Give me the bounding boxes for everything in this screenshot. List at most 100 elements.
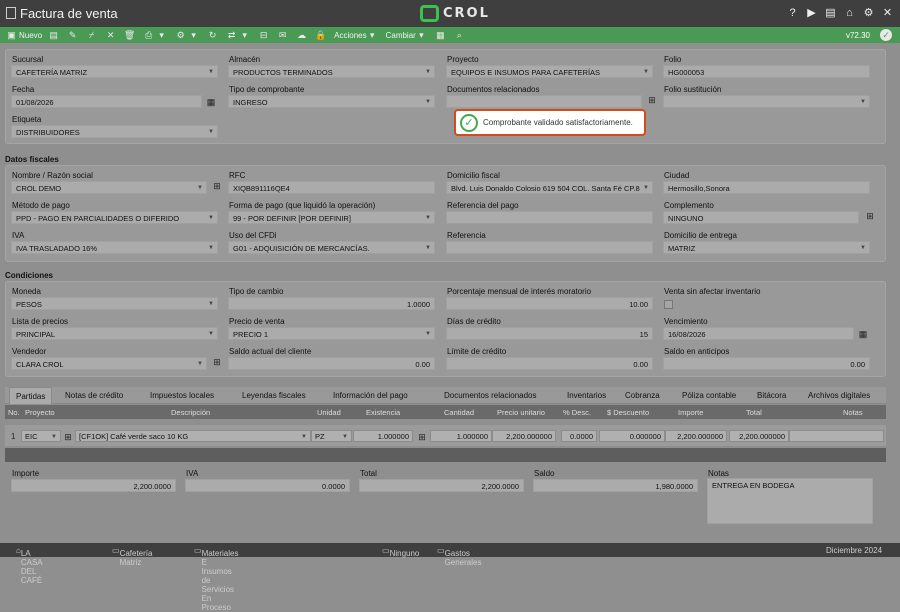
complemento-field[interactable]: NINGUNO <box>663 211 859 224</box>
tipo-cambio-label: Tipo de cambio <box>229 287 284 296</box>
delete-button[interactable]: 🗑 <box>124 30 137 40</box>
venta-sin-afectar-checkbox[interactable] <box>664 300 673 309</box>
home-icon[interactable]: ⌂ <box>843 6 856 19</box>
proyecto-select[interactable]: EQUIPOS E INSUMOS PARA CAFETERÍAS ▼ <box>446 65 653 78</box>
fecha-field[interactable]: 01/08/2026 <box>11 95 202 108</box>
folio-field[interactable]: HG000053 <box>663 65 870 78</box>
saldo-cliente-field[interactable]: 0.00 <box>228 357 435 370</box>
moneda-select[interactable]: PESOS ▼ <box>11 297 218 310</box>
video-icon[interactable]: ▶ <box>805 6 818 19</box>
tab-documentos-relacionados[interactable]: Documentos relacionados <box>444 391 537 400</box>
lock-button[interactable]: 🔒 <box>315 30 328 40</box>
vendedor-select[interactable]: CLARA CROL ▼ <box>11 357 207 370</box>
tab-cobranza[interactable]: Cobranza <box>625 391 660 400</box>
nombre-select[interactable]: CROL DEMO ▼ <box>11 181 207 194</box>
iva-total-label: IVA <box>186 469 199 478</box>
sucursal-select[interactable]: CAFETERÍA MATRIZ ▼ <box>11 65 218 78</box>
tab-informacion-pago[interactable]: Información del pago <box>333 391 408 400</box>
row-unidad-select[interactable]: PZ ▼ <box>311 430 352 442</box>
vencimiento-field[interactable]: 16/08/2026 <box>663 327 854 340</box>
lookup-icon[interactable]: ⊞ <box>646 94 658 106</box>
tab-impuestos-locales[interactable]: Impuestos locales <box>150 391 214 400</box>
uso-cfdi-select[interactable]: G01 - ADQUISICIÓN DE MERCANCÍAS. ▼ <box>228 241 435 254</box>
limite-credito-label: Límite de crédito <box>447 347 507 356</box>
almacen-select[interactable]: PRODUCTOS TERMINADOS ▼ <box>228 65 435 78</box>
tab-inventarios[interactable]: Inventarios <box>567 391 606 400</box>
domicilio-select[interactable]: Blvd. Luis Donaldo Colosio 619 504 COL. … <box>446 181 653 194</box>
print-button[interactable]: ⎙ ▾ <box>143 30 169 40</box>
tab-leyendas-fiscales[interactable]: Leyendas fiscales <box>242 391 306 400</box>
book-icon[interactable]: ▤ <box>824 6 837 19</box>
lookup-icon[interactable]: ⊞ <box>416 431 428 443</box>
referencia-field[interactable] <box>446 241 653 254</box>
calendar-icon[interactable]: ▦ <box>857 328 869 340</box>
close-icon[interactable]: ✕ <box>881 6 894 19</box>
cancel-button[interactable]: ✕ <box>105 30 118 40</box>
lookup-icon[interactable]: ⊞ <box>62 431 74 443</box>
precio-venta-select[interactable]: PRECIO 1 ▼ <box>228 327 435 340</box>
lookup-icon[interactable]: ⊞ <box>864 210 876 222</box>
tipo-comprobante-select[interactable]: INGRESO ▼ <box>228 95 435 108</box>
row-descripcion-select[interactable]: [CF1OK] Café verde saco 10 KG ▼ <box>75 430 311 442</box>
mail-button[interactable]: ✉ <box>277 30 290 40</box>
tab-partidas[interactable]: Partidas <box>9 387 53 404</box>
chevron-down-icon: ▼ <box>208 215 214 221</box>
lista-select[interactable]: PRINCIPAL ▼ <box>11 327 218 340</box>
row-cantidad[interactable]: 1.000000 <box>430 430 492 442</box>
clean-button[interactable]: ⌿ <box>86 30 99 40</box>
row-porcentaje-descuento[interactable]: 0.0000 <box>561 430 597 442</box>
anticipos-field[interactable]: 0.00 <box>663 357 870 370</box>
cambiar-menu[interactable]: Cambiar ▾ <box>386 30 429 40</box>
acciones-menu[interactable]: Acciones ▾ <box>334 30 379 40</box>
documentos-field[interactable] <box>446 95 642 108</box>
rfc-field[interactable]: XIQB891116QE4 <box>228 181 435 194</box>
lookup-icon[interactable]: ⊞ <box>211 180 223 192</box>
stamp-button[interactable]: ⊟ <box>258 30 271 40</box>
moneda-label: Moneda <box>12 287 41 296</box>
domicilio-label: Domicilio fiscal <box>447 171 500 180</box>
domicilio-entrega-select[interactable]: MATRIZ ▼ <box>663 241 870 254</box>
lookup-icon[interactable]: ⊞ <box>211 356 223 368</box>
refresh-button[interactable]: ↻ <box>207 30 220 40</box>
dias-credito-field[interactable]: 15 <box>446 327 653 340</box>
row-descuento[interactable]: 0.000000 <box>599 430 665 442</box>
tipo-cambio-field[interactable]: 1.0000 <box>228 297 435 310</box>
options-button[interactable]: ⚙ ▾ <box>175 30 201 40</box>
ciudad-field[interactable]: Hermosillo,Sonora <box>663 181 870 194</box>
tab-poliza-contable[interactable]: Póliza contable <box>682 391 736 400</box>
save-button[interactable]: ▤ <box>48 30 61 40</box>
tab-archivos-digitales[interactable]: Archivos digitales <box>808 391 870 400</box>
chevron-down-icon: ▼ <box>197 185 203 191</box>
row-precio-unitario[interactable]: 2,200.000000 <box>492 430 556 442</box>
metodo-label: Método de pago <box>12 201 70 210</box>
proyecto-status: ▭ Materiales E Insumos de Servicios En P… <box>194 546 239 612</box>
refresh-icon: ↻ <box>208 29 217 40</box>
chevron-down-icon: ▼ <box>301 434 307 440</box>
grid-button[interactable]: ▦ <box>435 30 448 40</box>
metodo-select[interactable]: PPD - PAGO EN PARCIALIDADES O DIFERIDO ▼ <box>11 211 218 224</box>
chevron-down-icon: ▼ <box>425 99 431 105</box>
help-icon[interactable]: ? <box>786 6 799 19</box>
cloud-button[interactable]: ☁ <box>296 30 309 40</box>
table-row[interactable]: 1 EIC ▼ ⊞ [CF1OK] Café verde saco 10 KG ▼ … <box>5 425 886 446</box>
calendar-icon[interactable]: ▦ <box>205 96 217 108</box>
notas-textarea[interactable]: ENTREGA EN BODEGA <box>707 478 873 524</box>
edit-button[interactable]: ✎ <box>67 30 80 40</box>
ref-pago-field[interactable] <box>446 211 653 224</box>
new-button[interactable]: ▣ Nuevo <box>6 30 42 40</box>
tab-bitacora[interactable]: Bitácora <box>757 391 786 400</box>
row-proyecto-select[interactable]: EIC ▼ <box>21 430 61 442</box>
limite-credito-field[interactable]: 0.00 <box>446 357 653 370</box>
interes-field[interactable]: 10.00 <box>446 297 653 310</box>
iva-select[interactable]: IVA TRASLADADO 16% ▼ <box>11 241 218 254</box>
etiqueta-select[interactable]: DISTRIBUIDORES ▼ <box>11 125 218 138</box>
transfer-button[interactable]: ⇄ ▾ <box>226 30 252 40</box>
search-doc-button[interactable]: ⌕ <box>454 30 467 40</box>
folio-sustitucion-select[interactable]: ▼ <box>663 95 870 108</box>
grid-footer-bar <box>5 448 886 462</box>
precio-venta-label: Precio de venta <box>229 317 285 326</box>
settings-icon[interactable]: ⚙ <box>862 6 875 19</box>
tab-notas-credito[interactable]: Notas de crédito <box>65 391 123 400</box>
forma-select[interactable]: 99 - POR DEFINIR [POR DEFINIR] ▼ <box>228 211 435 224</box>
row-notas[interactable] <box>789 430 884 442</box>
